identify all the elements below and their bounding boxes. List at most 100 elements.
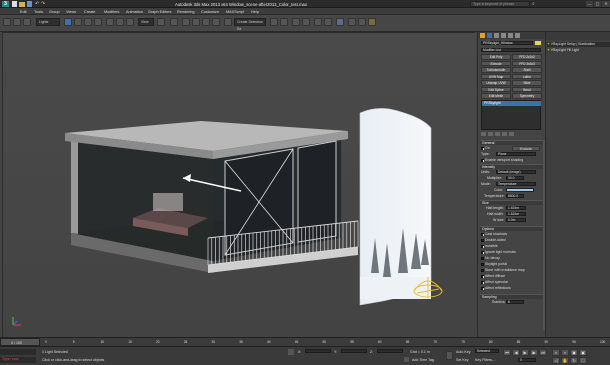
curve-editor-icon[interactable]: [314, 18, 322, 26]
play-icon[interactable]: ▶: [521, 349, 529, 356]
half-width-spinner[interactable]: 1.524m: [506, 212, 526, 216]
time-tag-icon[interactable]: [404, 357, 409, 362]
open-file-icon[interactable]: [19, 2, 25, 7]
option-checkbox[interactable]: [481, 274, 484, 278]
scale-icon[interactable]: [126, 18, 134, 26]
scene-item-vraylight-setup[interactable]: ✦ VRayLight Setup ( Illumination: [547, 42, 610, 47]
material-editor-icon[interactable]: [336, 18, 344, 26]
selected-dropdown[interactable]: Selected: [475, 349, 499, 353]
pin-stack-icon[interactable]: [481, 132, 486, 136]
pan-icon[interactable]: ✋: [561, 357, 569, 364]
object-name-field[interactable]: PRSkylight_Window: [481, 41, 533, 45]
show-end-result-icon[interactable]: [488, 132, 493, 136]
auto-key-label[interactable]: Auto Key: [456, 350, 471, 354]
link-icon[interactable]: [13, 18, 21, 26]
add-time-tag[interactable]: Add Time Tag: [412, 358, 434, 362]
zoom-icon[interactable]: ⌕: [552, 349, 560, 356]
option-checkbox[interactable]: [481, 256, 484, 260]
modifier-button-bend[interactable]: Bend: [512, 86, 542, 92]
utilities-tab-icon[interactable]: [515, 33, 520, 38]
undo-icon[interactable]: ↶: [35, 1, 39, 7]
go-to-start-icon[interactable]: ⏮: [503, 349, 511, 356]
app-logo[interactable]: 3: [2, 1, 9, 7]
menu-create[interactable]: Create: [84, 10, 95, 14]
select-object-icon[interactable]: [64, 18, 72, 26]
modifier-button-slice[interactable]: Slice: [512, 80, 542, 86]
option-cast-shadows[interactable]: Cast shadows: [481, 232, 507, 236]
option-checkbox[interactable]: [481, 268, 484, 272]
maxscript-listener-top[interactable]: [0, 349, 36, 355]
motion-tab-icon[interactable]: [501, 33, 506, 38]
general-rollout-header[interactable]: General: [480, 140, 544, 145]
rendered-frame-window-icon[interactable]: [358, 18, 366, 26]
object-color-swatch[interactable]: [535, 41, 541, 45]
create-selection-set-dropdown[interactable]: Create Selection Se: [234, 18, 266, 31]
modifier-button-symmetry[interactable]: Symmetry: [512, 93, 542, 99]
w-size-spinner[interactable]: 0.0m: [506, 218, 526, 222]
modifier-button-edit-poly[interactable]: Edit Poly: [481, 54, 511, 60]
modifier-button-edit-mesh[interactable]: Edit Mesh: [481, 93, 511, 99]
edit-named-selection-icon[interactable]: [224, 18, 232, 26]
option-invisible[interactable]: Invisible: [481, 244, 498, 248]
graphite-icon[interactable]: [302, 18, 310, 26]
snaps-toggle-icon[interactable]: [182, 18, 190, 26]
option-affect-specular[interactable]: Affect specular: [481, 280, 508, 284]
menu-edit[interactable]: Edit: [20, 10, 27, 14]
option-checkbox[interactable]: [481, 250, 484, 254]
pivot-icon[interactable]: [157, 18, 165, 26]
modifier-button-lathe[interactable]: Lathe: [512, 73, 542, 79]
type-dropdown[interactable]: Plane: [496, 152, 536, 156]
exclude-button[interactable]: Exclude: [512, 146, 540, 151]
subdivs-spinner[interactable]: 8: [506, 300, 524, 304]
x-coordinate-field[interactable]: [305, 349, 331, 353]
sampling-rollout-header[interactable]: Sampling: [480, 294, 544, 299]
next-frame-icon[interactable]: ▶: [530, 349, 538, 356]
stack-item-prskylight[interactable]: PRSkylight: [482, 101, 541, 106]
redo-icon[interactable]: ↷: [41, 1, 45, 7]
menu-graph-editors[interactable]: Graph Editors: [148, 10, 171, 14]
option-checkbox[interactable]: [481, 238, 484, 242]
save-file-icon[interactable]: [27, 1, 32, 7]
option-checkbox[interactable]: [481, 244, 484, 248]
maximize-viewport-icon[interactable]: ⛶: [579, 357, 587, 364]
menu-help[interactable]: Help: [251, 10, 259, 14]
option-checkbox[interactable]: [481, 232, 484, 236]
render-setup-icon[interactable]: [348, 18, 356, 26]
zoom-extents-all-icon[interactable]: ▣: [579, 349, 587, 356]
remove-modifier-icon[interactable]: [502, 132, 507, 136]
modifier-button-edit-spline[interactable]: Edit Spline: [481, 86, 511, 92]
multiplier-spinner[interactable]: 30.0: [506, 176, 524, 180]
half-length-spinner[interactable]: 1.524m: [506, 206, 526, 210]
scene-item-vraylight-fill[interactable]: ✦ VRayLight Fill Light: [547, 48, 610, 53]
search-icon[interactable]: ⌕: [532, 1, 535, 7]
intensity-rollout-header[interactable]: Intensity: [480, 164, 544, 169]
time-slider[interactable]: 0 / 100: [0, 338, 40, 346]
menu-tools[interactable]: Tools: [34, 10, 43, 14]
option-checkbox[interactable]: [481, 280, 484, 284]
timeline[interactable]: 0 / 100 0 5 10 15 20 25 30 35 40 45 50 55 60 65 70 75 80…: [0, 337, 610, 346]
render-production-icon[interactable]: [368, 18, 376, 26]
zoom-all-icon[interactable]: ⌕: [561, 349, 569, 356]
set-key-label[interactable]: Set Key: [456, 358, 469, 362]
move-icon[interactable]: [106, 18, 114, 26]
modifier-button-unwrap-uvw[interactable]: Unwrap UVW: [481, 80, 511, 86]
on-checkbox[interactable]: On: [481, 146, 490, 150]
angle-snap-icon[interactable]: [192, 18, 200, 26]
size-rollout-header[interactable]: Size: [480, 200, 544, 205]
rect-selection-icon[interactable]: [84, 18, 92, 26]
manipulate-icon[interactable]: [170, 18, 178, 26]
menu-modifiers[interactable]: Modifiers: [104, 10, 119, 14]
option-double-sided[interactable]: Double-sided: [481, 238, 506, 242]
new-file-icon[interactable]: [12, 1, 17, 7]
z-coordinate-field[interactable]: [377, 349, 403, 353]
viewport-shading-box[interactable]: [481, 158, 484, 162]
orbit-icon[interactable]: ↻: [570, 357, 578, 364]
menu-views[interactable]: Views: [66, 10, 76, 14]
make-unique-icon[interactable]: [495, 132, 500, 136]
mode-dropdown[interactable]: Temperature: [496, 182, 536, 186]
modifier-button-uvw-map[interactable]: UVW Map: [481, 73, 511, 79]
undo-tool-icon[interactable]: [3, 18, 11, 26]
maximize-button[interactable]: ▢: [594, 1, 601, 7]
percent-snap-icon[interactable]: [202, 18, 210, 26]
unlink-icon[interactable]: [23, 18, 31, 26]
